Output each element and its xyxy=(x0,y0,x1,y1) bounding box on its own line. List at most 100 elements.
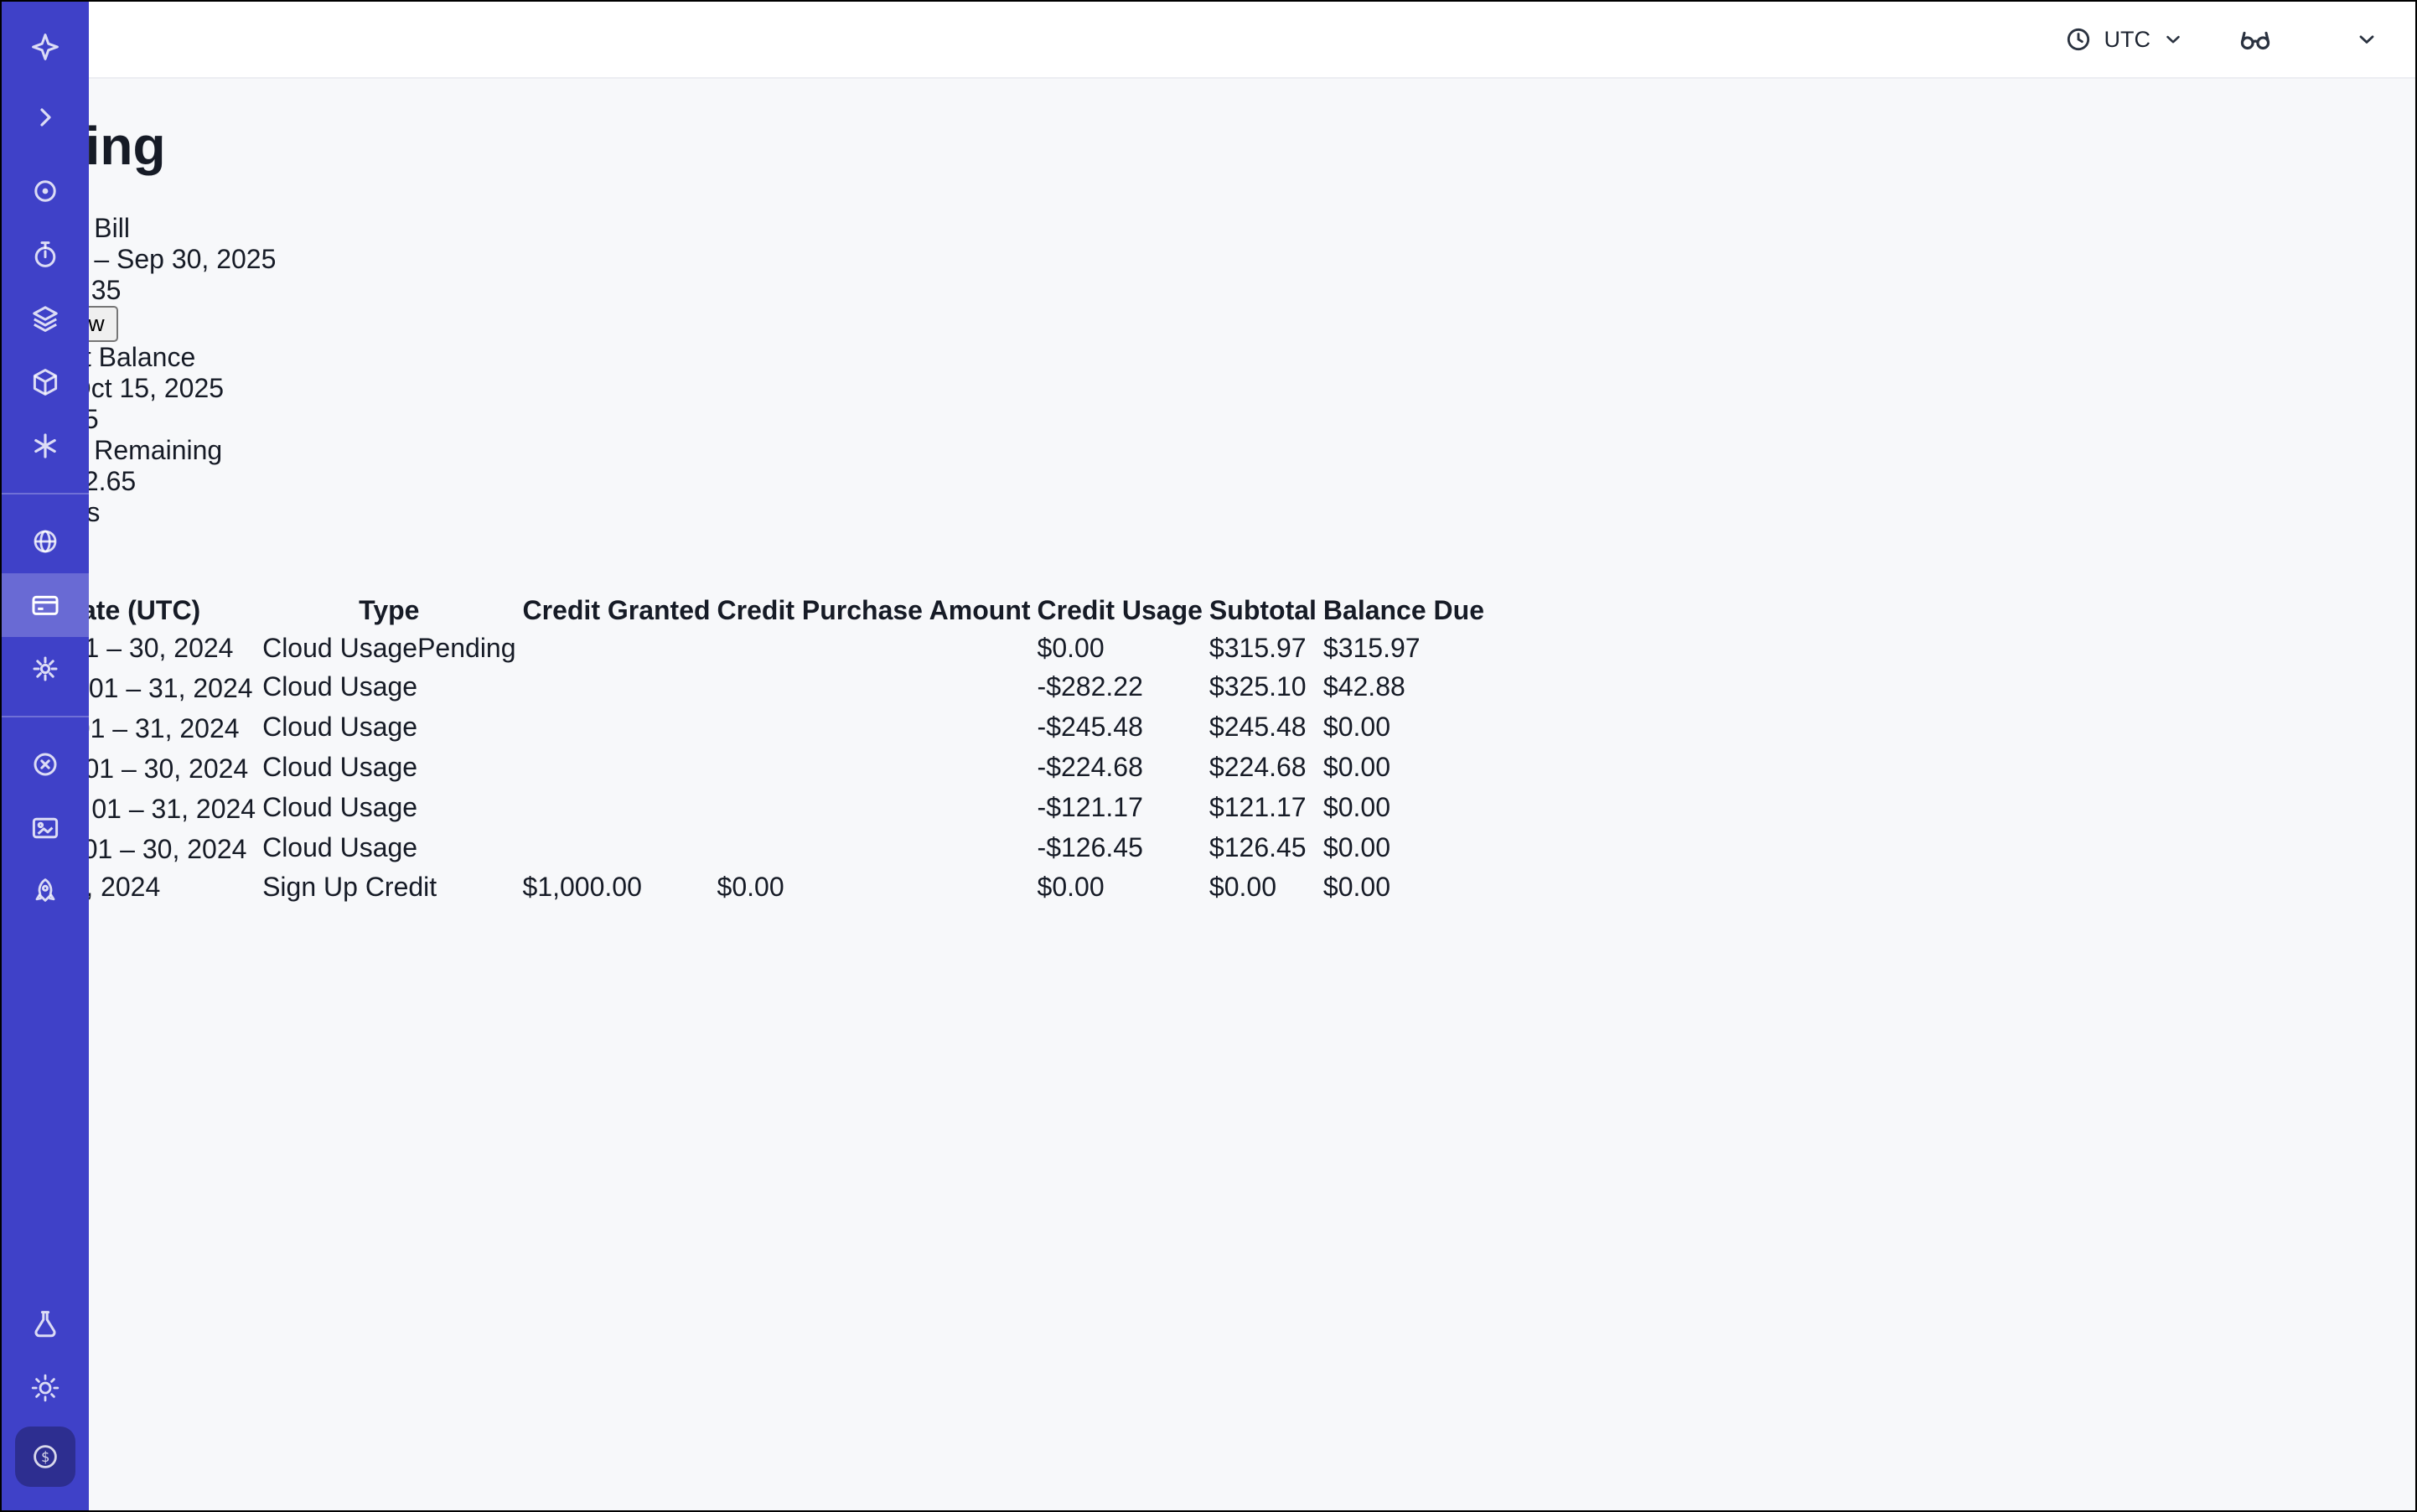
subtotal: $224.68 xyxy=(1208,749,1318,786)
layers-icon[interactable] xyxy=(2,287,89,350)
balance-due: $0.00 xyxy=(1322,870,1486,904)
credit-purchase xyxy=(716,709,1033,746)
invoice-type: Cloud Usage xyxy=(262,712,417,742)
invoice-type: Sign Up Credit xyxy=(262,872,437,902)
credit-usage: -$224.68 xyxy=(1036,749,1204,786)
cube-icon[interactable] xyxy=(2,350,89,414)
table-row[interactable]: Aug 01 – 31, 2024 Cloud Usage -$282.22 $… xyxy=(5,669,1486,706)
table-row[interactable]: Apr 01, 2024 Sign Up Credit $1,000.00 $0… xyxy=(5,870,1486,904)
current-balance-card: Current Balance As of Oct 15, 2025 $861.… xyxy=(2,342,2415,435)
table-row[interactable]: Apr 01 – 30, 2024 Cloud Usage -$126.45 $… xyxy=(5,830,1486,867)
table-row[interactable]: Jul 01 – 31, 2024 Cloud Usage -$245.48 $… xyxy=(5,709,1486,746)
credit-granted xyxy=(521,790,712,826)
main-content: Billing Recent Bill Sep 01 – Sep 30, 202… xyxy=(2,115,2415,981)
credit-granted xyxy=(521,830,712,867)
card-title: Recent Bill xyxy=(2,213,2415,244)
credit-usage: $0.00 xyxy=(1036,631,1204,665)
timezone-selector[interactable]: UTC xyxy=(2064,25,2185,54)
clock-icon xyxy=(2064,25,2093,54)
dollar-circle-button[interactable]: $ xyxy=(15,1427,75,1487)
table-row[interactable]: Jun 01 – 30, 2024 Cloud Usage -$224.68 $… xyxy=(5,749,1486,786)
sidebar-divider xyxy=(2,493,89,495)
chevron-down-icon xyxy=(2162,28,2184,50)
globe-icon[interactable] xyxy=(2,510,89,573)
tab-invoices[interactable]: Invoices xyxy=(2,497,2415,528)
credit-purchase: $0.00 xyxy=(716,870,1033,904)
table-footer: 10 xyxy=(2,908,2415,981)
gear-icon[interactable] xyxy=(2,637,89,701)
logo-icon[interactable] xyxy=(2,15,89,79)
column-header-credit-usage: Credit Usage xyxy=(1036,593,1204,628)
dollar-circle-icon[interactable]: $ xyxy=(2,1420,89,1494)
recent-bill-amount: $2,061.35 xyxy=(2,275,2415,306)
credit-purchase xyxy=(716,669,1033,706)
subtotal: $0.00 xyxy=(1208,870,1318,904)
credit-granted: $1,000.00 xyxy=(521,870,712,904)
topbar: UTC xyxy=(89,2,2415,79)
card-title: Credits Remaining xyxy=(2,435,2415,466)
credit-granted xyxy=(521,631,712,665)
credit-purchase xyxy=(716,631,1033,665)
subtotal: $245.48 xyxy=(1208,709,1318,746)
balance-due: $42.88 xyxy=(1322,669,1486,706)
user-avatar[interactable] xyxy=(2310,17,2355,62)
credit-purchase xyxy=(716,830,1033,867)
column-header-credit-granted: Credit Granted xyxy=(521,593,712,628)
column-header-type: Type xyxy=(261,593,517,628)
credit-usage: -$126.45 xyxy=(1036,830,1204,867)
column-header-balance-due: Balance Due xyxy=(1322,593,1486,628)
invoice-type: Cloud Usage xyxy=(262,752,417,782)
column-header-credit-purchase: Credit Purchase Amount xyxy=(716,593,1033,628)
target-icon[interactable] xyxy=(2,159,89,223)
credit-granted xyxy=(521,709,712,746)
page-size-select[interactable]: 10 xyxy=(2,908,2415,939)
balance-due: $0.00 xyxy=(1322,749,1486,786)
subtotal: $126.45 xyxy=(1208,830,1318,867)
subtotal: $325.10 xyxy=(1208,669,1318,706)
credit-card-icon[interactable] xyxy=(2,573,89,637)
pagination-arrows xyxy=(2,939,2415,981)
invoice-type: Cloud Usage xyxy=(262,671,417,702)
asterisk-icon[interactable] xyxy=(2,414,89,478)
credit-usage: $0.00 xyxy=(1036,870,1204,904)
timer-icon[interactable] xyxy=(2,223,89,287)
collapse-chevron-right-icon[interactable] xyxy=(2,85,89,149)
app-window: $ UTC Billing Recent Bill Sep 01 – xyxy=(0,0,2417,1512)
invoice-type: Cloud Usage xyxy=(262,633,417,663)
table-row[interactable]: Sept 01 – 30, 2024 Cloud UsagePending $0… xyxy=(5,631,1486,665)
subtotal: $315.97 xyxy=(1208,631,1318,665)
credits-remaining-card: Credits Remaining $29,782.65 xyxy=(2,435,2415,497)
svg-text:$: $ xyxy=(41,1449,49,1466)
sun-icon[interactable] xyxy=(2,1356,89,1420)
balance-due: $0.00 xyxy=(1322,790,1486,826)
balance-due: $315.97 xyxy=(1322,631,1486,665)
timezone-label: UTC xyxy=(2104,27,2151,53)
flask-icon[interactable] xyxy=(2,1292,89,1356)
table-row[interactable]: May 01 – 31, 2024 Cloud Usage -$121.17 $… xyxy=(5,790,1486,826)
x-circle-icon[interactable] xyxy=(2,733,89,796)
credit-granted xyxy=(521,669,712,706)
credit-usage: -$121.17 xyxy=(1036,790,1204,826)
billing-tabs: Invoices Credits Plans xyxy=(2,497,2415,590)
balance-due: $0.00 xyxy=(1322,709,1486,746)
invoice-type: Cloud Usage xyxy=(262,792,417,822)
summary-cards: Recent Bill Sep 01 – Sep 30, 2025 $2,061… xyxy=(2,213,2415,497)
rocket-icon[interactable] xyxy=(2,860,89,924)
glasses-icon[interactable] xyxy=(2238,22,2273,57)
recent-bill-card: Recent Bill Sep 01 – Sep 30, 2025 $2,061… xyxy=(2,213,2415,342)
image-icon[interactable] xyxy=(2,796,89,860)
card-subtitle: As of Oct 15, 2025 xyxy=(2,373,2415,404)
tab-plans[interactable]: Plans xyxy=(2,559,2415,590)
credit-usage: -$245.48 xyxy=(1036,709,1204,746)
current-balance-amount: $861.35 xyxy=(2,404,2415,435)
credits-remaining-amount: $29,782.65 xyxy=(2,466,2415,497)
chevron-down-icon[interactable] xyxy=(2355,28,2378,51)
status-badge: Pending xyxy=(417,633,515,663)
credit-purchase xyxy=(716,749,1033,786)
sidebar-divider xyxy=(2,716,89,717)
page-title: Billing xyxy=(2,115,2415,177)
card-subtitle: Sep 01 – Sep 30, 2025 xyxy=(2,244,2415,275)
tab-credits[interactable]: Credits xyxy=(2,528,2415,559)
subtotal: $121.17 xyxy=(1208,790,1318,826)
credit-usage: -$282.22 xyxy=(1036,669,1204,706)
